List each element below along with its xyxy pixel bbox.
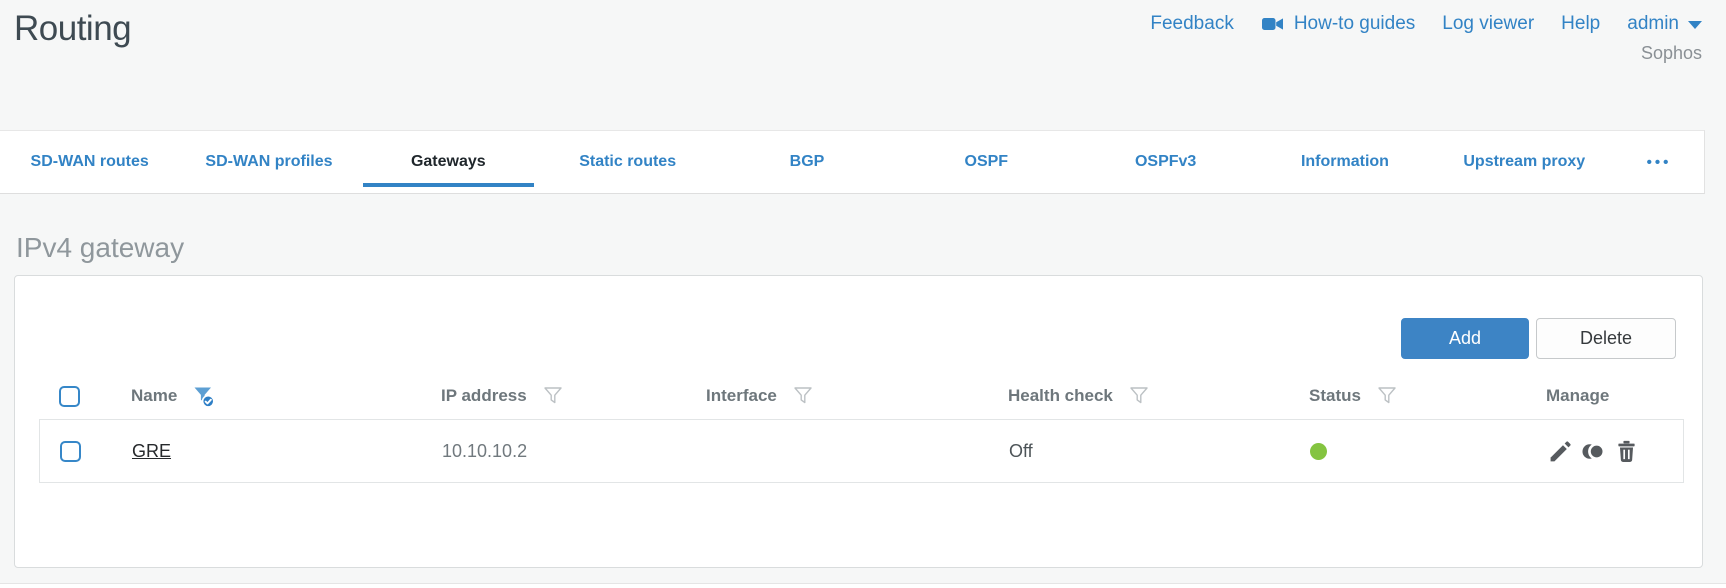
filter-icon[interactable] [1376, 385, 1398, 407]
admin-menu-label: admin [1627, 13, 1679, 34]
video-camera-icon [1261, 12, 1285, 36]
column-label-name: Name [131, 386, 178, 405]
row-health-check-cell: Off [1009, 440, 1033, 461]
tab-bgp[interactable]: BGP [717, 131, 896, 193]
tab-information[interactable]: Information [1255, 131, 1434, 193]
column-header-health-check: Health check [996, 385, 1297, 407]
top-links: Feedback How-to guides Log viewer Help a… [1150, 8, 1702, 36]
clone-icon[interactable] [1580, 438, 1607, 465]
top-right-area: Feedback How-to guides Log viewer Help a… [1150, 8, 1702, 64]
column-header-interface: Interface [694, 385, 996, 407]
log-viewer-link[interactable]: Log viewer [1442, 13, 1534, 35]
ipv4-gateway-card: Add Delete Name IP address Interface Hea… [14, 275, 1703, 568]
header-select-cell [39, 385, 119, 407]
column-label-health-check: Health check [1008, 386, 1113, 405]
tab-sd-wan-routes[interactable]: SD-WAN routes [0, 131, 179, 193]
tab-gateways[interactable]: Gateways [359, 131, 538, 193]
row-ip-cell: 10.10.10.2 [442, 440, 528, 461]
ellipsis-icon: ••• [1646, 153, 1672, 171]
table-body: GRE 10.10.10.2 Off [39, 419, 1684, 483]
table-toolbar: Add Delete [15, 276, 1702, 359]
howto-guides-label: How-to guides [1293, 13, 1416, 34]
table-header-row: Name IP address Interface Health check S… [39, 373, 1684, 419]
row-checkbox[interactable] [60, 440, 81, 462]
feedback-link[interactable]: Feedback [1150, 13, 1233, 35]
delete-trash-icon[interactable] [1613, 438, 1640, 465]
howto-guides-link[interactable]: How-to guides [1261, 12, 1415, 36]
row-select-cell [40, 440, 120, 462]
table-row: GRE 10.10.10.2 Off [40, 420, 1683, 482]
column-header-status: Status [1297, 385, 1534, 407]
select-all-checkbox[interactable] [59, 385, 80, 407]
add-button[interactable]: Add [1401, 318, 1529, 359]
filter-icon[interactable] [1128, 385, 1150, 407]
tab-ospf[interactable]: OSPF [897, 131, 1076, 193]
status-up-dot [1310, 442, 1327, 460]
row-status-cell [1298, 442, 1535, 460]
column-label-ip-address: IP address [441, 386, 527, 405]
tab-upstream-proxy[interactable]: Upstream proxy [1435, 131, 1614, 193]
column-header-ip-address: IP address [429, 385, 694, 407]
delete-button[interactable]: Delete [1536, 318, 1676, 359]
help-link[interactable]: Help [1561, 13, 1600, 35]
filter-applied-icon[interactable] [192, 385, 215, 408]
tab-sd-wan-profiles[interactable]: SD-WAN profiles [179, 131, 358, 193]
tab-more-menu[interactable]: ••• [1614, 131, 1704, 193]
page-title: Routing [14, 9, 132, 48]
edit-pencil-icon[interactable] [1547, 438, 1574, 465]
footer-strip [0, 583, 1726, 588]
column-label-manage: Manage [1546, 386, 1610, 405]
top-bar: Routing Feedback How-to guides Log viewe… [0, 0, 1726, 130]
admin-menu[interactable]: admin [1627, 13, 1702, 35]
column-header-name: Name [119, 385, 429, 408]
row-name-cell: GRE [120, 441, 430, 462]
column-header-manage: Manage [1534, 386, 1684, 406]
tab-ospfv3[interactable]: OSPFv3 [1076, 131, 1255, 193]
brand-label: Sophos [1640, 43, 1702, 63]
caret-down-icon [1688, 21, 1702, 29]
filter-icon[interactable] [542, 385, 564, 407]
column-label-status: Status [1309, 386, 1361, 405]
filter-icon[interactable] [792, 385, 814, 407]
gateway-name-link[interactable]: GRE [132, 441, 171, 462]
tab-bar: SD-WAN routes SD-WAN profiles Gateways S… [0, 130, 1705, 194]
tab-static-routes[interactable]: Static routes [538, 131, 717, 193]
footer-gap [0, 568, 1726, 583]
section-heading: IPv4 gateway [16, 232, 185, 263]
row-manage-cell [1535, 438, 1683, 465]
column-label-interface: Interface [706, 386, 777, 405]
